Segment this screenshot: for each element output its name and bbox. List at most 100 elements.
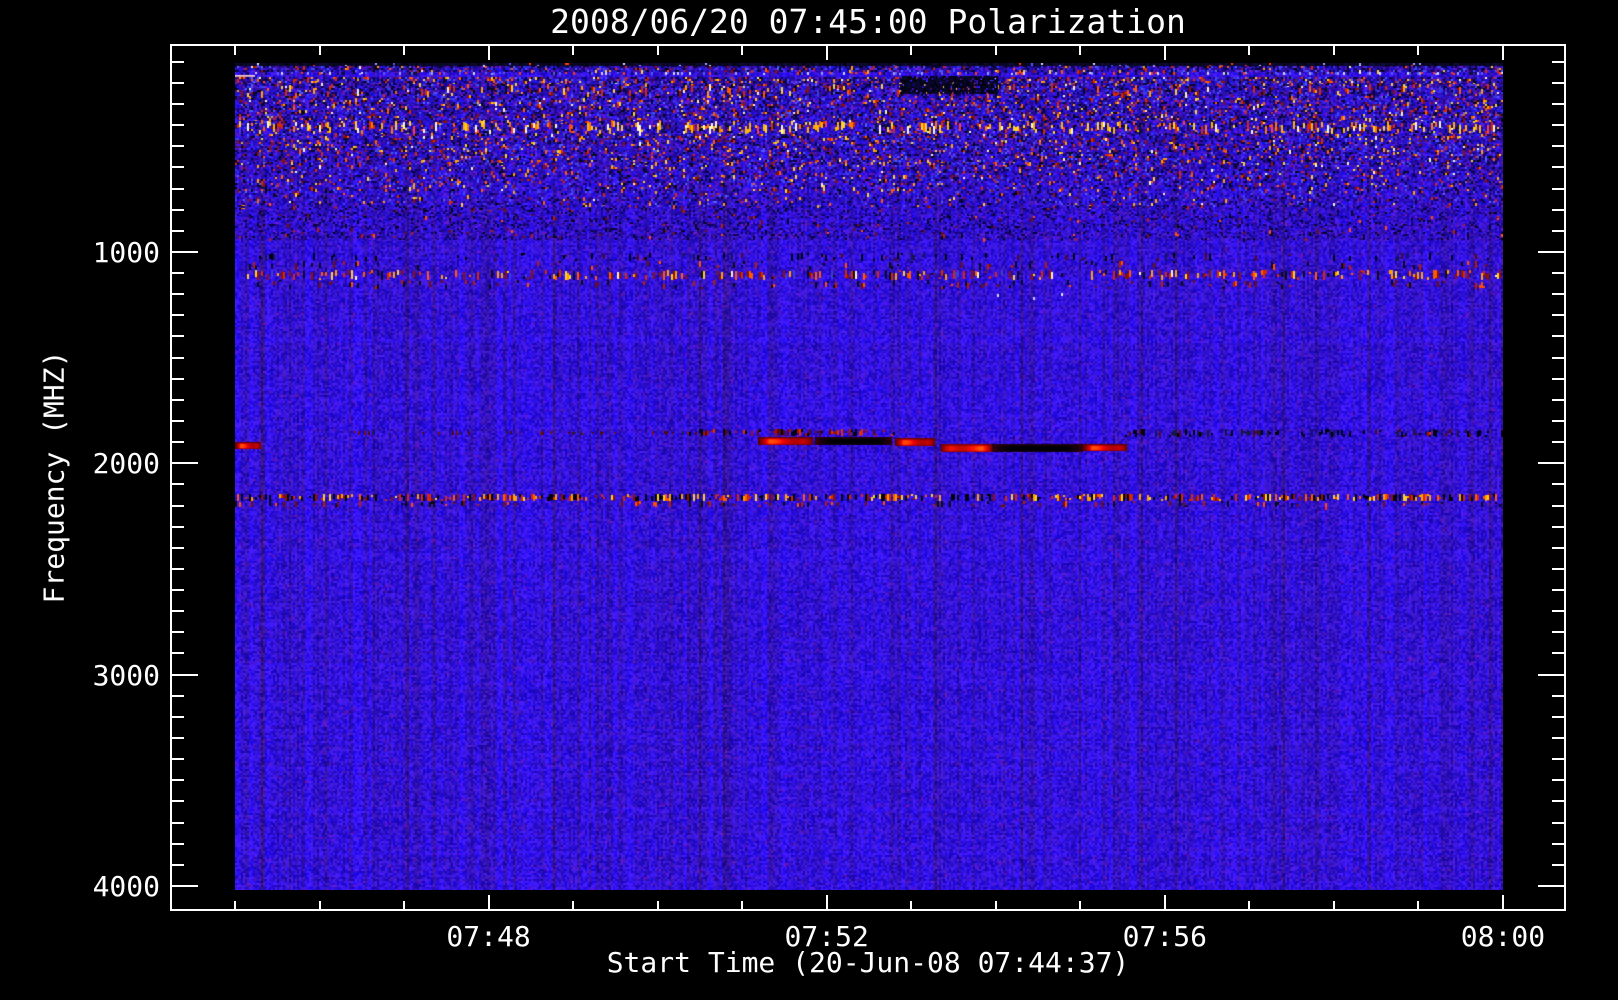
tick-mark [1552,758,1564,761]
tick-mark [1552,102,1564,105]
tick-mark [741,46,744,55]
tick-mark [172,884,198,887]
tick-mark [172,821,184,824]
tick-mark [572,46,575,55]
tick-mark [172,293,184,296]
tick-mark [1552,208,1564,211]
tick-mark [1552,335,1564,338]
tick-mark [1552,145,1564,148]
tick-mark [910,901,913,909]
tick-mark [1552,779,1564,782]
tick-mark [656,46,659,55]
tick-mark [172,758,184,761]
tick-mark [1552,398,1564,401]
tick-mark [172,60,184,63]
tick-mark [1552,652,1564,655]
tick-mark [1552,187,1564,190]
tick-mark [1501,895,1504,909]
spectrogram-window: 2008/06/20 07:45:00 Polarization 1000 200… [0,0,1618,1000]
tick-mark [172,673,198,676]
tick-mark [1538,250,1564,253]
y-tick-label: 3000 [92,658,160,692]
tick-mark [1538,462,1564,465]
tick-mark [172,842,184,845]
tick-mark [1538,673,1564,676]
tick-mark [1552,293,1564,296]
tick-mark [172,863,184,866]
tick-mark [172,145,184,148]
y-tick-label: 1000 [92,235,160,269]
tick-mark [1552,631,1564,634]
tick-mark [656,901,659,909]
tick-mark [1163,46,1166,60]
tick-mark [1552,504,1564,507]
tick-mark [825,46,828,60]
tick-mark [487,895,490,909]
tick-mark [172,610,184,613]
tick-mark [172,398,184,401]
tick-mark [1552,589,1564,592]
tick-mark [172,250,198,253]
tick-mark [1332,46,1335,55]
tick-mark [487,46,490,60]
tick-mark [1552,737,1564,740]
spectrogram-image [235,63,1503,890]
tick-mark [1552,60,1564,63]
tick-mark [1552,377,1564,380]
tick-mark [1552,821,1564,824]
tick-mark [172,314,184,317]
tick-mark [172,800,184,803]
tick-mark [172,694,184,697]
tick-mark [172,124,184,127]
tick-mark [172,81,184,84]
tick-mark [172,567,184,570]
tick-mark [403,901,406,909]
tick-mark [1552,81,1564,84]
tick-mark [172,504,184,507]
tick-mark [741,901,744,909]
tick-mark [1552,314,1564,317]
tick-mark [1538,884,1564,887]
tick-mark [1552,715,1564,718]
y-tick-label: 4000 [92,869,160,903]
tick-mark [1552,419,1564,422]
tick-mark [172,715,184,718]
tick-mark [1552,483,1564,486]
tick-mark [172,462,198,465]
tick-mark [1552,356,1564,359]
tick-mark [172,779,184,782]
tick-mark [172,441,184,444]
tick-mark [318,901,321,909]
tick-mark [825,895,828,909]
tick-mark [172,377,184,380]
tick-mark [172,229,184,232]
tick-mark [172,166,184,169]
tick-mark [1248,901,1251,909]
tick-mark [1552,863,1564,866]
tick-mark [172,631,184,634]
tick-mark [172,102,184,105]
tick-mark [1332,901,1335,909]
tick-mark [172,419,184,422]
tick-mark [1552,272,1564,275]
tick-mark [172,272,184,275]
tick-mark [1552,842,1564,845]
tick-mark [910,46,913,55]
tick-mark [1501,46,1504,60]
tick-mark [1552,166,1564,169]
tick-mark [172,187,184,190]
tick-mark [1552,546,1564,549]
tick-mark [1079,46,1082,55]
tick-mark [172,546,184,549]
tick-mark [1552,567,1564,570]
tick-mark [172,356,184,359]
tick-mark [1248,46,1251,55]
tick-mark [172,525,184,528]
tick-mark [1552,229,1564,232]
tick-mark [1552,610,1564,613]
tick-mark [994,901,997,909]
tick-mark [994,46,997,55]
tick-mark [234,46,236,55]
tick-mark [403,46,406,55]
tick-mark [172,652,184,655]
